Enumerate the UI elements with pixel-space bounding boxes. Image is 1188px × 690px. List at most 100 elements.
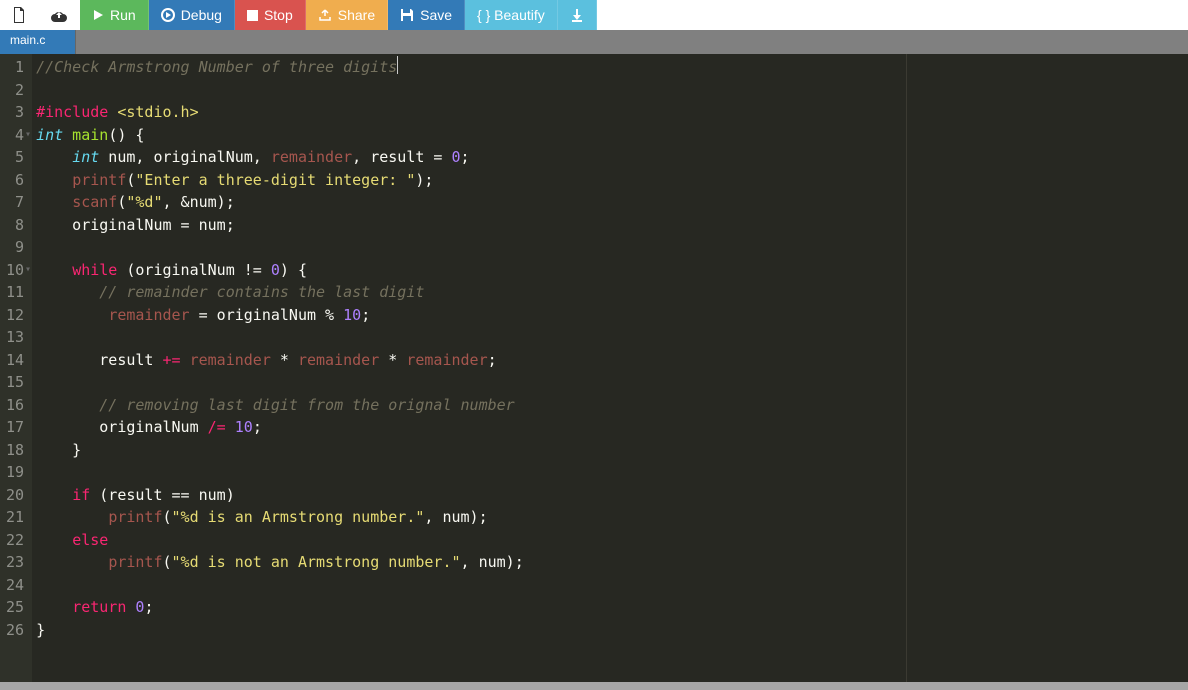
code-token — [181, 351, 190, 369]
share-icon — [318, 8, 332, 22]
line-number: 17 — [6, 416, 24, 439]
line-number: 25 — [6, 596, 24, 619]
code-token: //Check Armstrong Number of three digits — [36, 58, 397, 76]
line-number: 5 — [6, 146, 24, 169]
line-number: 21 — [6, 506, 24, 529]
code-token: int — [36, 126, 63, 144]
code-token: (originalNum != — [117, 261, 271, 279]
new-file-button[interactable] — [0, 0, 39, 30]
code-token: (result == num) — [90, 486, 235, 504]
save-icon — [400, 8, 414, 22]
upload-icon — [51, 8, 67, 22]
code-token: return — [72, 598, 126, 616]
code-token: () { — [108, 126, 144, 144]
debug-label: Debug — [181, 7, 222, 23]
code-token: 10 — [343, 306, 361, 324]
code-token: ; — [461, 148, 470, 166]
code-token: ) { — [280, 261, 307, 279]
run-label: Run — [110, 7, 136, 23]
share-label: Share — [338, 7, 375, 23]
code-token: ); — [415, 171, 433, 189]
save-button[interactable]: Save — [388, 0, 465, 30]
code-token: , num); — [424, 508, 487, 526]
code-token: ; — [253, 418, 262, 436]
code-token: "Enter a three-digit integer: " — [135, 171, 415, 189]
stop-label: Stop — [264, 7, 293, 23]
code-token: ( — [163, 508, 172, 526]
debug-button[interactable]: Debug — [149, 0, 235, 30]
code-token: ( — [163, 553, 172, 571]
save-label: Save — [420, 7, 452, 23]
beautify-button[interactable]: { } Beautify — [465, 0, 558, 30]
line-number: 18 — [6, 439, 24, 462]
code-token: ; — [144, 598, 153, 616]
line-number: 23 — [6, 551, 24, 574]
code-token: printf — [108, 508, 162, 526]
line-number: 9 — [6, 236, 24, 259]
code-editor[interactable]: 1 2 3 4 5 6 7 8 9 10 11 12 13 14 15 16 1… — [0, 54, 1188, 682]
code-token: ; — [488, 351, 497, 369]
code-token: * — [379, 351, 406, 369]
code-token: remainder — [271, 148, 352, 166]
code-token: main — [63, 126, 108, 144]
code-token: 10 — [235, 418, 253, 436]
tab-main-c[interactable]: main.c — [0, 30, 76, 54]
upload-button[interactable] — [39, 0, 80, 30]
play-icon — [92, 9, 104, 21]
code-token: "%d" — [126, 193, 162, 211]
line-number: 24 — [6, 574, 24, 597]
code-token: // remainder contains the last digit — [99, 283, 424, 301]
line-number: 20 — [6, 484, 24, 507]
code-token — [226, 418, 235, 436]
beautify-label: { } Beautify — [477, 7, 545, 23]
line-number: 13 — [6, 326, 24, 349]
code-token: printf — [108, 553, 162, 571]
code-token: , result = — [352, 148, 451, 166]
line-number: 11 — [6, 281, 24, 304]
line-number: 15 — [6, 371, 24, 394]
bottom-bar — [0, 682, 1188, 690]
tab-bar: main.c — [0, 30, 1188, 54]
code-token: } — [36, 441, 81, 459]
code-token: else — [72, 531, 108, 549]
code-area[interactable]: //Check Armstrong Number of three digits… — [32, 54, 1188, 682]
run-button[interactable]: Run — [80, 0, 149, 30]
download-button[interactable] — [558, 0, 597, 30]
download-icon — [570, 8, 584, 22]
code-token: remainder — [190, 351, 271, 369]
code-token: 0 — [271, 261, 280, 279]
code-token: += — [163, 351, 181, 369]
code-token: originalNum = num; — [36, 216, 235, 234]
print-margin — [906, 54, 907, 682]
code-token: originalNum — [36, 418, 208, 436]
code-token: remainder — [108, 306, 189, 324]
code-token: "%d is an Armstrong number." — [172, 508, 425, 526]
line-number: 4 — [6, 124, 24, 147]
code-token: scanf — [72, 193, 117, 211]
line-number: 14 — [6, 349, 24, 372]
code-token: 0 — [452, 148, 461, 166]
line-number: 12 — [6, 304, 24, 327]
code-token: ; — [361, 306, 370, 324]
code-token: printf — [72, 171, 126, 189]
code-token: if — [72, 486, 90, 504]
line-number: 10 — [6, 259, 24, 282]
code-token: int — [72, 148, 99, 166]
code-token: remainder — [406, 351, 487, 369]
code-token: <stdio.h> — [117, 103, 198, 121]
code-token: #include — [36, 103, 117, 121]
code-token: } — [36, 621, 45, 639]
line-number: 8 — [6, 214, 24, 237]
code-token: = originalNum % — [190, 306, 344, 324]
stop-button[interactable]: Stop — [235, 0, 306, 30]
line-number: 3 — [6, 101, 24, 124]
code-token: , &num); — [163, 193, 235, 211]
code-token: // removing last digit from the orignal … — [99, 396, 514, 414]
stop-icon — [247, 10, 258, 21]
line-number: 16 — [6, 394, 24, 417]
tab-label: main.c — [10, 33, 45, 47]
debug-icon — [161, 8, 175, 22]
share-button[interactable]: Share — [306, 0, 388, 30]
line-number: 6 — [6, 169, 24, 192]
code-token: , num); — [461, 553, 524, 571]
